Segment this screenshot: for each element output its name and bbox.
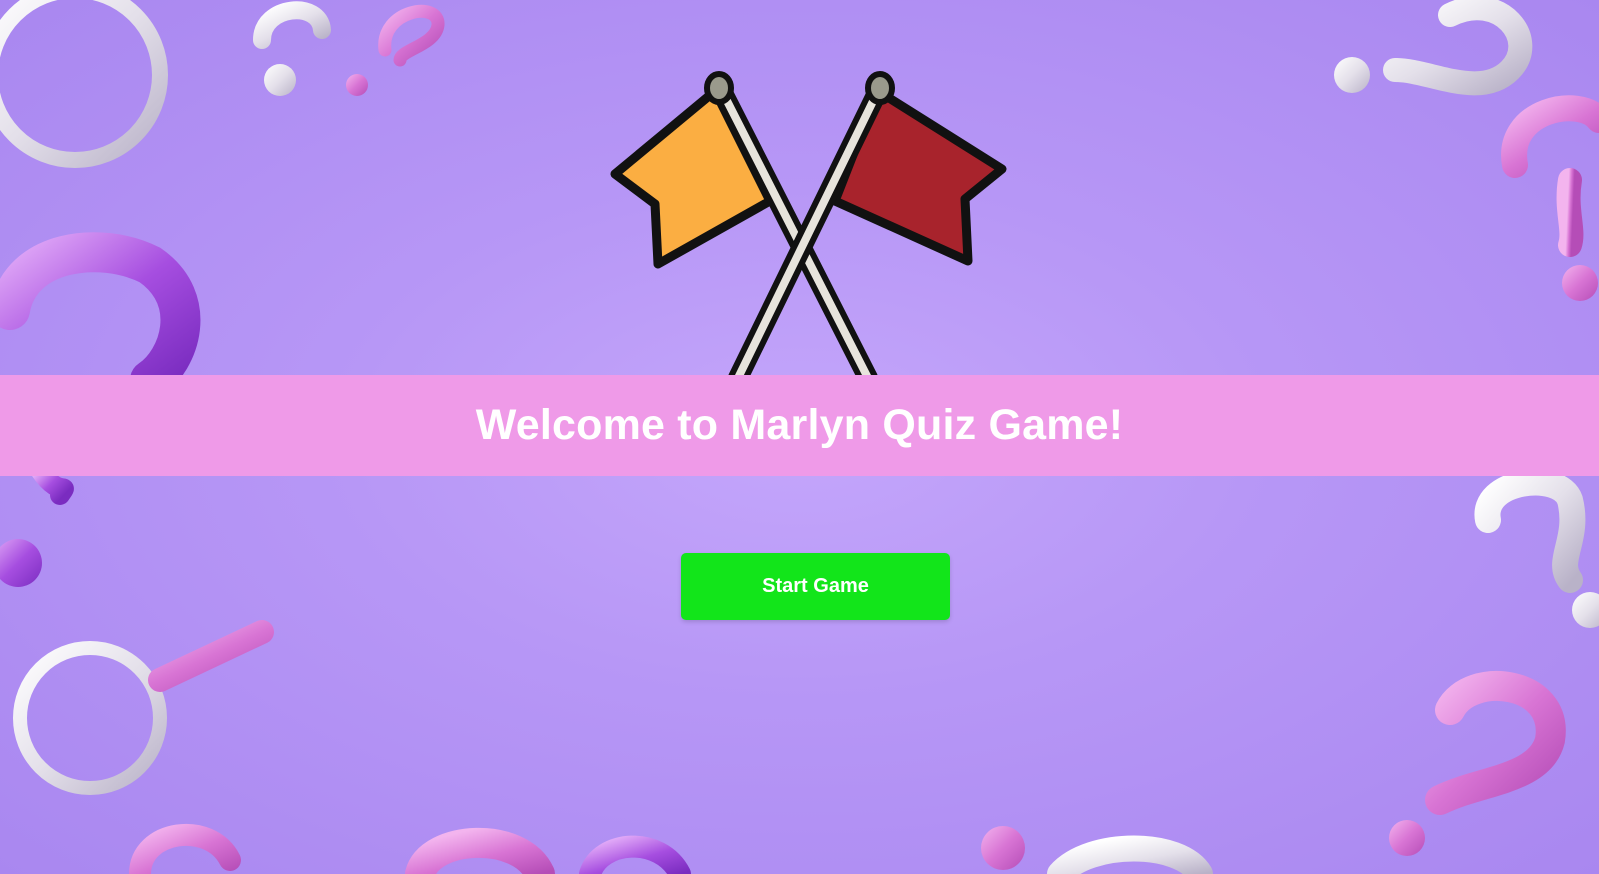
title-banner: Welcome to Marlyn Quiz Game! [0,375,1599,476]
question-mark-icon [1334,0,1533,96]
question-mark-icon [1389,671,1566,856]
question-mark-icon [129,823,241,874]
crossed-flags-icon [610,71,1007,376]
question-mark-icon [1501,95,1599,301]
magnifying-glass-icon [13,620,274,795]
start-game-button[interactable]: Start Game [681,553,950,620]
question-mark-icon [253,1,331,96]
question-mark-icon [346,4,445,96]
ring-icon [0,0,168,168]
page-title: Welcome to Marlyn Quiz Game! [475,401,1124,449]
question-mark-icon [405,826,1213,874]
question-mark-icon [1474,469,1599,628]
